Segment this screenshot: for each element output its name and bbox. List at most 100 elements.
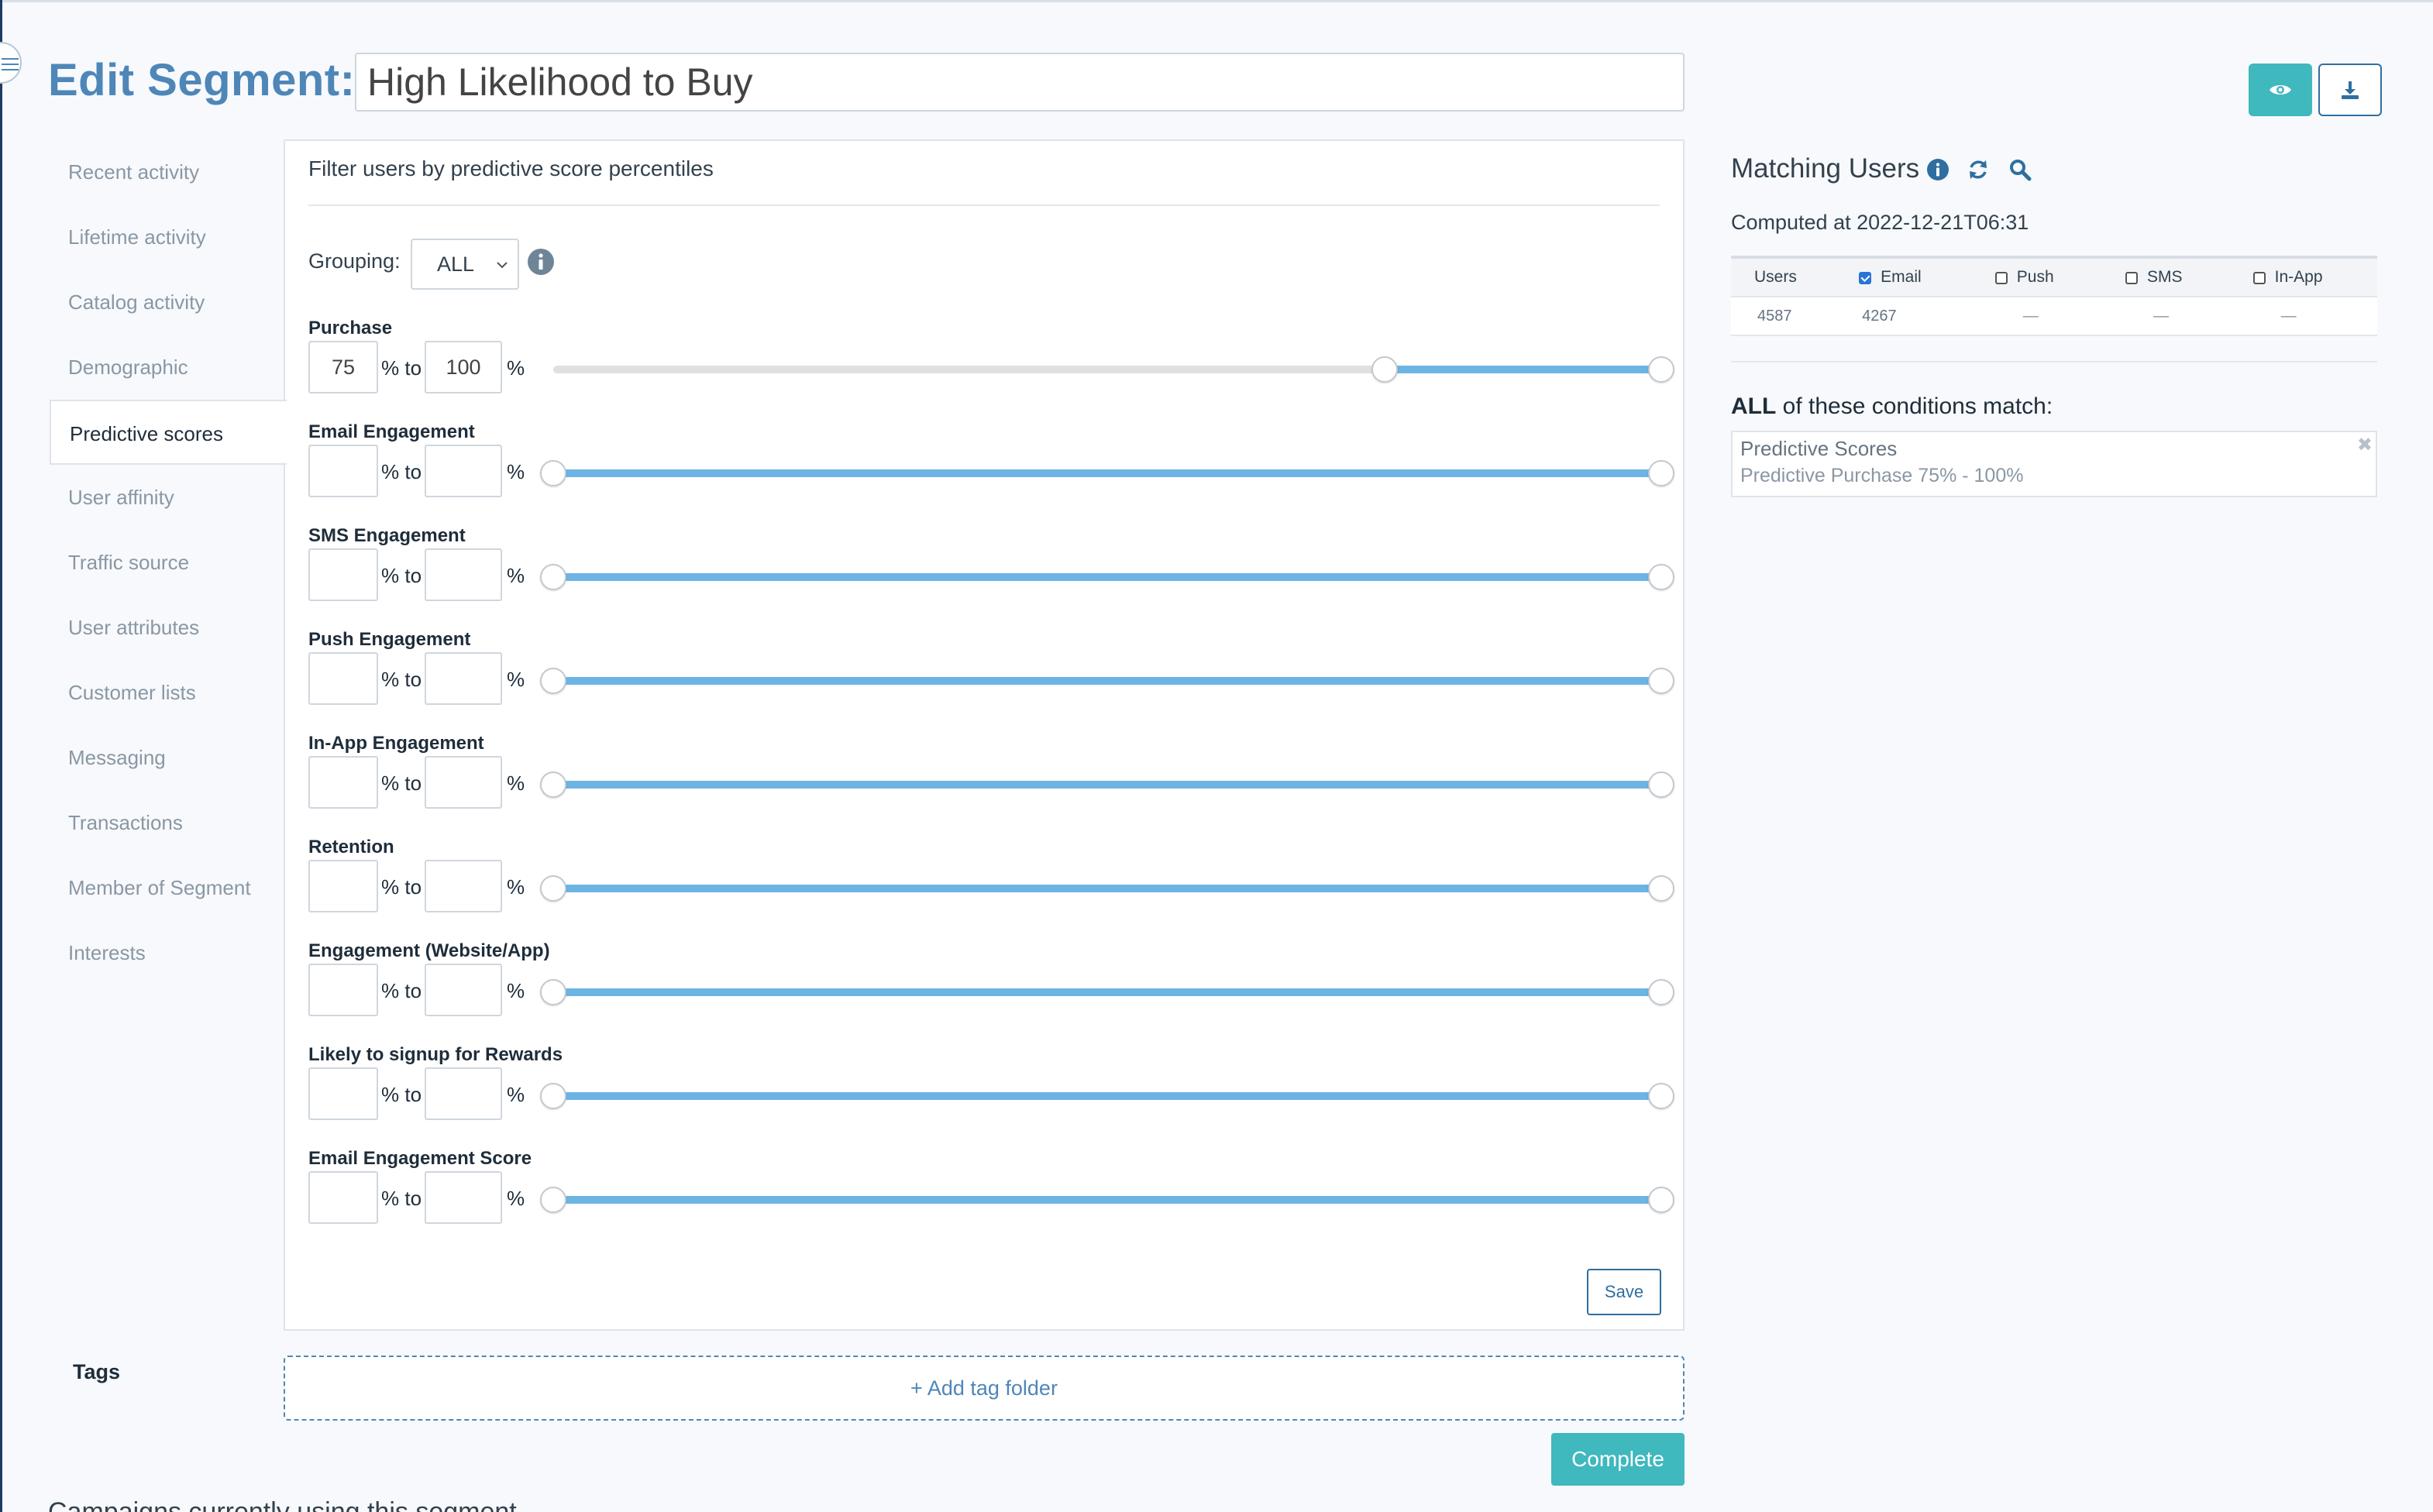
slider-min-handle[interactable]: [540, 771, 566, 798]
score-to-input[interactable]: [425, 756, 502, 809]
range-slider[interactable]: [553, 469, 1661, 477]
range-fill: [553, 677, 1661, 685]
range-slider[interactable]: [553, 1092, 1661, 1100]
slider-max-handle[interactable]: [1648, 668, 1674, 694]
segment-name-input[interactable]: [355, 53, 1685, 112]
sidebar-item-recent-activity[interactable]: Recent activity: [50, 139, 285, 204]
divider: [1731, 361, 2377, 363]
slider-min-handle[interactable]: [1371, 356, 1398, 383]
score-to-input[interactable]: [425, 548, 502, 601]
slider-min-handle[interactable]: [540, 1187, 566, 1213]
slider-min-handle[interactable]: [540, 875, 566, 902]
sms-checkbox[interactable]: [2125, 272, 2139, 284]
score-from-input[interactable]: [308, 1171, 378, 1224]
sidebar-item-customer-lists[interactable]: Customer lists: [50, 660, 285, 725]
sidebar-item-user-attributes[interactable]: User attributes: [50, 595, 285, 660]
sidebar-item-interests[interactable]: Interests: [50, 920, 285, 985]
score-from-input[interactable]: [308, 445, 378, 497]
score-from-input[interactable]: [308, 341, 378, 393]
push-checkbox[interactable]: [1994, 272, 2008, 284]
menu-toggle[interactable]: [0, 42, 22, 84]
range-slider[interactable]: [553, 1196, 1661, 1204]
score-from-input[interactable]: [308, 756, 378, 809]
score-from-input[interactable]: [308, 964, 378, 1016]
score-to-input[interactable]: [425, 964, 502, 1016]
score-to-input[interactable]: [425, 445, 502, 497]
sidebar-item-catalog-activity[interactable]: Catalog activity: [50, 270, 285, 335]
score-label: Likely to signup for Rewards: [308, 1044, 563, 1065]
range-slider[interactable]: [553, 366, 1661, 373]
slider-max-handle[interactable]: [1648, 1083, 1674, 1109]
column-header-push[interactable]: Push: [1971, 256, 2103, 297]
score-row: In-App Engagement % to%: [308, 733, 1674, 837]
to-label: % to: [381, 564, 422, 587]
sidebar-item-member-of-segment[interactable]: Member of Segment: [50, 855, 285, 920]
range-slider[interactable]: [553, 988, 1661, 996]
campaigns-heading: Campaigns currently using this segment: [48, 1497, 517, 1512]
save-button[interactable]: Save: [1587, 1269, 1661, 1315]
info-icon[interactable]: [527, 248, 555, 276]
in-app-checkbox[interactable]: [2252, 272, 2266, 284]
range-slider[interactable]: [553, 573, 1661, 581]
percent-label: %: [507, 460, 525, 483]
slider-max-handle[interactable]: [1648, 460, 1674, 486]
slider-min-handle[interactable]: [540, 668, 566, 694]
hamburger-icon: [2, 58, 19, 70]
range-fill: [553, 1196, 1661, 1204]
sidebar-item-lifetime-activity[interactable]: Lifetime activity: [50, 204, 285, 270]
slider-min-handle[interactable]: [540, 564, 566, 590]
add-tag-folder-button[interactable]: + Add tag folder: [284, 1356, 1685, 1421]
table-cell: 4267: [1836, 297, 1972, 336]
email-checkbox[interactable]: [1859, 272, 1872, 284]
score-from-input[interactable]: [308, 548, 378, 601]
slider-max-handle[interactable]: [1648, 979, 1674, 1005]
sidebar-item-predictive-scores[interactable]: Predictive scores: [50, 400, 287, 465]
computed-timestamp: Computed at 2022-12-21T06:31: [1731, 211, 2029, 234]
score-label: Engagement (Website/App): [308, 940, 550, 961]
slider-max-handle[interactable]: [1648, 356, 1674, 383]
to-label: % to: [381, 1187, 422, 1210]
sidebar-item-demographic[interactable]: Demographic: [50, 335, 285, 400]
range-slider[interactable]: [553, 781, 1661, 789]
score-to-input[interactable]: [425, 1067, 502, 1120]
sidebar-item-messaging[interactable]: Messaging: [50, 725, 285, 790]
column-header-email[interactable]: Email: [1836, 256, 1972, 297]
score-from-input[interactable]: [308, 860, 378, 912]
score-to-input[interactable]: [425, 1171, 502, 1224]
sidebar-item-transactions[interactable]: Transactions: [50, 790, 285, 855]
slider-max-handle[interactable]: [1648, 564, 1674, 590]
tags-label: Tags: [73, 1360, 121, 1383]
column-header-in-app[interactable]: In-App: [2229, 256, 2377, 297]
slider-min-handle[interactable]: [540, 460, 566, 486]
range-slider[interactable]: [553, 677, 1661, 685]
score-row: Retention % to%: [308, 837, 1674, 940]
chevron-down-icon: [497, 262, 508, 269]
refresh-icon[interactable]: [1967, 158, 1990, 181]
grouping-value: ALL: [437, 253, 475, 276]
sidebar-item-user-affinity[interactable]: User affinity: [50, 465, 285, 530]
page-title: Edit Segment:: [48, 55, 356, 105]
complete-button[interactable]: Complete: [1551, 1433, 1685, 1486]
sidebar-item-traffic-source[interactable]: Traffic source: [50, 530, 285, 595]
score-to-input[interactable]: [425, 860, 502, 912]
score-to-input[interactable]: [425, 341, 502, 393]
slider-min-handle[interactable]: [540, 979, 566, 1005]
export-button[interactable]: [2318, 64, 2382, 116]
column-header-sms[interactable]: SMS: [2102, 256, 2230, 297]
search-icon[interactable]: [2008, 158, 2032, 181]
to-label: % to: [381, 668, 422, 691]
to-label: % to: [381, 356, 422, 380]
score-row: Push Engagement % to%: [308, 629, 1674, 733]
preview-button[interactable]: [2249, 64, 2312, 116]
remove-condition-icon[interactable]: ✖: [2357, 434, 2373, 456]
range-slider[interactable]: [553, 885, 1661, 892]
score-to-input[interactable]: [425, 652, 502, 705]
slider-max-handle[interactable]: [1648, 1187, 1674, 1213]
slider-min-handle[interactable]: [540, 1083, 566, 1109]
score-from-input[interactable]: [308, 652, 378, 705]
score-from-input[interactable]: [308, 1067, 378, 1120]
info-icon[interactable]: [1926, 158, 1949, 181]
grouping-select[interactable]: ALL: [411, 239, 519, 290]
slider-max-handle[interactable]: [1648, 875, 1674, 902]
slider-max-handle[interactable]: [1648, 771, 1674, 798]
